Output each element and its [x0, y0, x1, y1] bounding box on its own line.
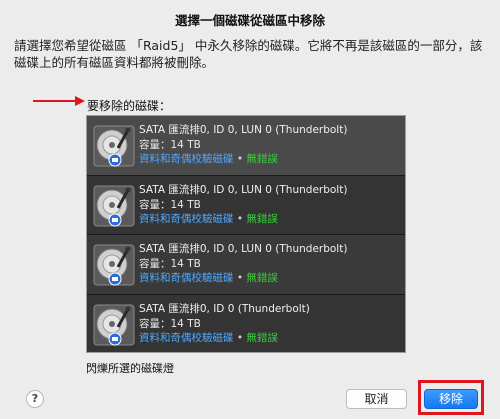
raid-role-label: 資料和奇偶校驗磁碟 — [139, 153, 234, 165]
status-separator: • — [236, 212, 244, 225]
hard-drive-icon — [93, 185, 135, 226]
disk-status: 資料和奇偶校驗磁碟 • 無錯誤 — [139, 211, 278, 226]
disk-list[interactable]: SATA 匯流排0, ID 0, LUN 0 (Thunderbolt) 容量：… — [86, 115, 406, 353]
disk-capacity: 容量：14 TB — [139, 317, 201, 330]
hard-drive-icon — [93, 244, 135, 286]
remove-button[interactable]: 移除 — [424, 389, 478, 409]
cancel-button[interactable]: 取消 — [346, 389, 407, 409]
hard-drive-icon — [93, 125, 135, 167]
raid-role-label: 資料和奇偶校驗磁碟 — [139, 331, 234, 344]
red-arrow-icon — [33, 96, 85, 106]
dialog-title: 選擇一個磁碟從磁區中移除 — [174, 13, 325, 28]
disk-row[interactable]: SATA 匯流排0, ID 0, LUN 0 (Thunderbolt) 容量：… — [87, 235, 405, 295]
raid-role-label: 資料和奇偶校驗磁碟 — [139, 272, 234, 284]
status-separator: • — [236, 153, 244, 165]
disk-status: 資料和奇偶校驗磁碟 • 無錯誤 — [139, 151, 278, 166]
blink-disk-light-label: 閃爍所選的磁碟燈 — [86, 362, 174, 375]
health-label: 無錯誤 — [246, 153, 278, 165]
dialog-description: 請選擇您希望從磁區 「Raid5」 中永久移除的磁碟。它將不再是該磁區的一部分，… — [14, 38, 483, 70]
disk-status: 資料和奇偶校驗磁碟 • 無錯誤 — [139, 270, 278, 285]
disk-name: SATA 匯流排0, ID 0, LUN 0 (Thunderbolt) — [139, 124, 348, 136]
help-button[interactable]: ? — [26, 390, 44, 408]
disk-capacity: 容量：14 TB — [139, 198, 201, 211]
disk-name: SATA 匯流排0, ID 0, LUN 0 (Thunderbolt) — [139, 243, 348, 255]
health-label: 無錯誤 — [246, 331, 278, 344]
health-label: 無錯誤 — [246, 212, 278, 225]
disk-status: 資料和奇偶校驗磁碟 • 無錯誤 — [139, 330, 278, 345]
hard-drive-icon — [93, 304, 135, 345]
remove-disk-dialog: 選擇一個磁碟從磁區中移除 請選擇您希望從磁區 「Raid5」 中永久移除的磁碟。… — [0, 0, 500, 419]
disk-capacity: 容量：14 TB — [139, 139, 201, 151]
disk-name: SATA 匯流排0, ID 0, LUN 0 (Thunderbolt) — [139, 183, 348, 196]
disk-list-label: 要移除的磁碟： — [87, 99, 172, 113]
raid-role-label: 資料和奇偶校驗磁碟 — [139, 212, 234, 225]
disk-row[interactable]: SATA 匯流排0, ID 0, LUN 0 (Thunderbolt) 容量：… — [87, 116, 405, 176]
disk-capacity: 容量：14 TB — [139, 258, 201, 270]
disk-row[interactable]: SATA 匯流排0, ID 0, LUN 0 (Thunderbolt) 容量：… — [87, 175, 405, 235]
health-label: 無錯誤 — [246, 272, 278, 284]
disk-row[interactable]: SATA 匯流排0, ID 0 (Thunderbolt) 容量：14 TB 資… — [87, 294, 405, 352]
disk-name: SATA 匯流排0, ID 0 (Thunderbolt) — [139, 302, 310, 315]
status-separator: • — [236, 331, 244, 344]
status-separator: • — [236, 272, 244, 284]
